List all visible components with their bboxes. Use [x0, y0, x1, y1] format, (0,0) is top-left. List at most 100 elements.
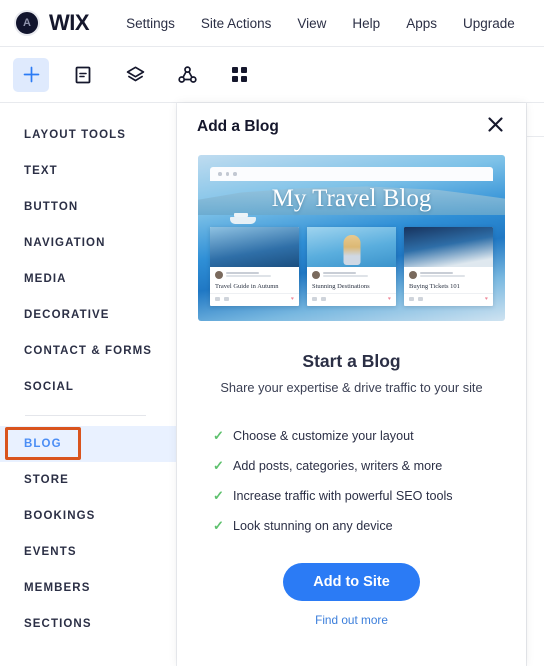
- meta-line: [226, 272, 259, 274]
- check-icon: ✓: [213, 488, 224, 503]
- sidebar-item-contact-and-forms[interactable]: CONTACT & FORMS: [0, 333, 176, 369]
- list-item: ✓ Look stunning on any device: [213, 511, 526, 541]
- preview-card-footer: ♥: [210, 293, 299, 306]
- pages-button[interactable]: [65, 58, 101, 92]
- avatar: [215, 271, 223, 279]
- preview-site-title: My Travel Blog: [271, 185, 432, 212]
- preview-meta-lines: [323, 272, 391, 278]
- add-to-site-button[interactable]: Add to Site: [283, 563, 420, 601]
- feature-label: Add posts, categories, writers & more: [233, 459, 443, 473]
- panel-header: Add a Blog: [177, 103, 526, 151]
- sidebar-item-media[interactable]: MEDIA: [0, 261, 176, 297]
- meta-line: [420, 275, 465, 277]
- site-structure-button[interactable]: [169, 58, 205, 92]
- list-item: ✓ Choose & customize your layout: [213, 421, 526, 451]
- preview-card-title: Buying Tickets 101: [409, 283, 460, 290]
- sidebar-item-button[interactable]: BUTTON: [0, 189, 176, 225]
- sidebar-item-label: BLOG: [24, 438, 62, 450]
- list-item: ✓ Add posts, categories, writers & more: [213, 451, 526, 481]
- sidebar-item-blog[interactable]: BLOG: [0, 426, 176, 462]
- preview-card-list: Travel Guide in Autumn ♥ Stunning Destin…: [210, 227, 493, 307]
- panel-heading: Start a Blog: [302, 351, 401, 371]
- preview-browser-chrome: [210, 167, 493, 181]
- feature-label: Increase traffic with powerful SEO tools: [233, 489, 453, 503]
- browser-dot-icon: [218, 172, 222, 176]
- avatar: [409, 271, 417, 279]
- like-heart-icon: ♥: [485, 296, 488, 303]
- preview-meta-lines: [420, 272, 488, 278]
- sidebar-item-store[interactable]: STORE: [0, 462, 176, 498]
- canvas-edge: [526, 103, 544, 666]
- add-elements-button[interactable]: [13, 57, 49, 92]
- sidebar-item-label: TEXT: [24, 165, 58, 177]
- close-icon: [487, 117, 503, 137]
- check-icon: ✓: [213, 518, 224, 533]
- sidebar-item-bookings[interactable]: BOOKINGS: [0, 498, 176, 534]
- views-icon: [215, 297, 220, 302]
- sidebar-item-social[interactable]: SOCIAL: [0, 369, 176, 405]
- comments-icon: [418, 297, 423, 302]
- page-icon: [75, 66, 91, 84]
- layers-button[interactable]: [117, 58, 153, 92]
- preview-card-image: [307, 227, 396, 267]
- sidebar-item-label: BOOKINGS: [24, 510, 96, 522]
- sidebar-item-label: DECORATIVE: [24, 309, 110, 321]
- close-button[interactable]: [484, 116, 506, 138]
- meta-line: [420, 272, 453, 274]
- apps-button[interactable]: [221, 58, 257, 92]
- avatar: [312, 271, 320, 279]
- feature-label: Choose & customize your layout: [233, 429, 414, 443]
- check-icon: ✓: [213, 458, 224, 473]
- meta-line: [323, 272, 356, 274]
- preview-card-meta: [307, 267, 396, 281]
- views-icon: [409, 297, 414, 302]
- preview-card: Buying Tickets 101 ♥: [404, 227, 493, 307]
- feature-label: Look stunning on any device: [233, 519, 393, 533]
- sidebar-item-decorative[interactable]: DECORATIVE: [0, 297, 176, 333]
- connections-icon: [177, 65, 197, 84]
- menu-item-upgrade[interactable]: Upgrade: [450, 10, 528, 37]
- sidebar-item-members[interactable]: MEMBERS: [0, 570, 176, 606]
- sidebar-item-text[interactable]: TEXT: [0, 153, 176, 189]
- brand-logo[interactable]: A WIX: [14, 10, 90, 36]
- editor-toolbar: [0, 47, 544, 103]
- top-bar: A WIX Settings Site Actions View Help Ap…: [0, 0, 544, 47]
- menu-item-apps[interactable]: Apps: [393, 10, 450, 37]
- menu-item-settings[interactable]: Settings: [113, 10, 188, 37]
- sidebar-item-label: BUTTON: [24, 201, 79, 213]
- sidebar-item-label: SOCIAL: [24, 381, 75, 393]
- sidebar-item-label: CONTACT & FORMS: [24, 345, 153, 357]
- sidebar-item-label: MEMBERS: [24, 582, 91, 594]
- sidebar-item-navigation[interactable]: NAVIGATION: [0, 225, 176, 261]
- preview-card: Stunning Destinations ♥: [307, 227, 396, 307]
- preview-card-image: [210, 227, 299, 267]
- preview-card-footer: ♥: [404, 293, 493, 306]
- menu-item-help[interactable]: Help: [339, 10, 393, 37]
- main-menu: Settings Site Actions View Help Apps Upg…: [113, 10, 528, 37]
- blog-preview-image: My Travel Blog Travel Guide in Autumn ♥ …: [198, 155, 505, 321]
- like-heart-icon: ♥: [388, 296, 391, 303]
- comments-icon: [321, 297, 326, 302]
- sidebar-item-layout-tools[interactable]: LAYOUT TOOLS: [0, 117, 176, 153]
- feature-list: ✓ Choose & customize your layout ✓ Add p…: [213, 421, 526, 541]
- panel-subheading: Share your expertise & drive traffic to …: [220, 380, 483, 395]
- sidebar-item-sections[interactable]: SECTIONS: [0, 606, 176, 642]
- sidebar-item-events[interactable]: EVENTS: [0, 534, 176, 570]
- preview-card-image: [404, 227, 493, 267]
- sidebar-item-label: LAYOUT TOOLS: [24, 129, 127, 141]
- preview-card-title: Stunning Destinations: [312, 283, 370, 290]
- preview-card: Travel Guide in Autumn ♥: [210, 227, 299, 307]
- like-heart-icon: ♥: [291, 296, 294, 303]
- plus-icon: [23, 66, 40, 83]
- avatar[interactable]: A: [14, 10, 40, 36]
- menu-item-view[interactable]: View: [284, 10, 339, 37]
- sidebar-item-label: STORE: [24, 474, 69, 486]
- meta-line: [323, 275, 368, 277]
- find-out-more-link[interactable]: Find out more: [177, 613, 526, 627]
- menu-item-site-actions[interactable]: Site Actions: [188, 10, 285, 37]
- sidebar-item-label: EVENTS: [24, 546, 77, 558]
- grid-apps-icon: [231, 66, 248, 83]
- preview-card-title: Travel Guide in Autumn: [215, 283, 279, 290]
- sidebar-item-label: NAVIGATION: [24, 237, 106, 249]
- preview-card-meta: [210, 267, 299, 281]
